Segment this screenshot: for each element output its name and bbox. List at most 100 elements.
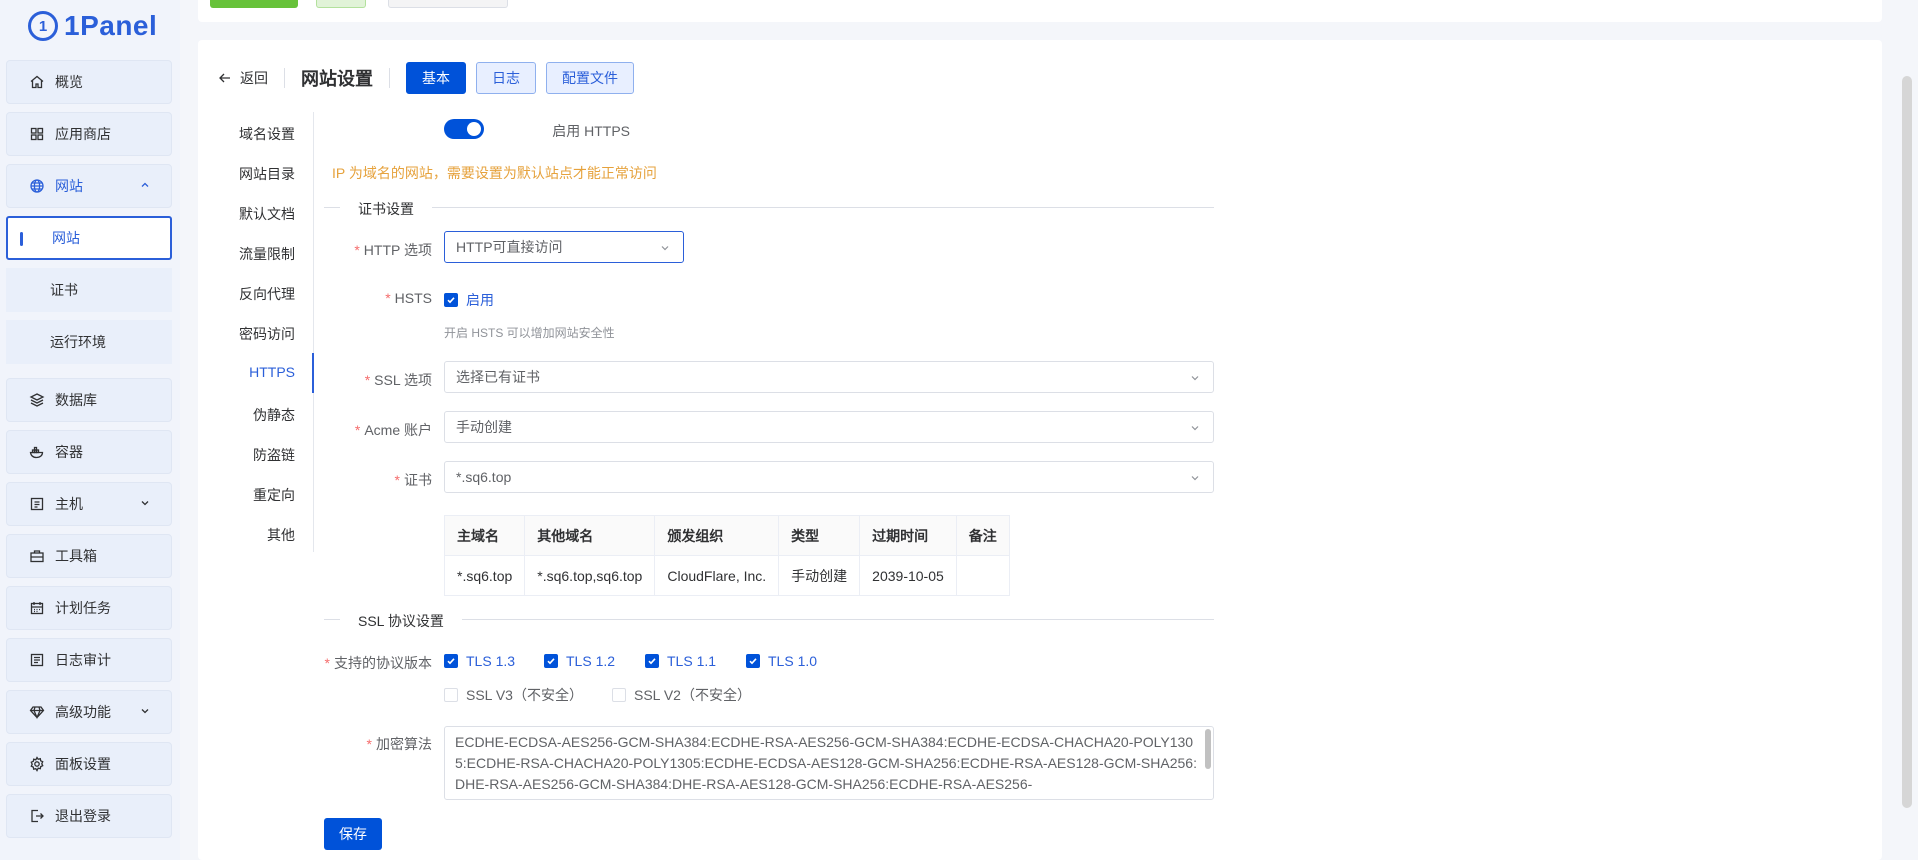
sidebar-subitem-label: 运行环境 — [50, 334, 106, 350]
table-row: *.sq6.top *.sq6.top,sq6.top CloudFlare, … — [443, 555, 1010, 596]
sidebar-item-database[interactable]: 数据库 — [6, 378, 172, 422]
back-button[interactable]: 返回 — [218, 68, 268, 88]
ssl-option-value: 选择已有证书 — [456, 369, 540, 385]
http-option-select[interactable]: HTTP可直接访问 — [444, 231, 684, 263]
toolbox-icon — [29, 548, 45, 564]
gear-icon — [29, 756, 45, 772]
enable-https-switch[interactable] — [444, 119, 484, 139]
sidebar-item-logout[interactable]: 退出登录 — [6, 794, 172, 838]
checkbox-box — [612, 688, 626, 702]
protocol-sslv2-checkbox[interactable]: SSL V2（不安全） — [612, 685, 751, 705]
table-cell — [955, 555, 1010, 596]
textarea-scrollbar[interactable] — [1205, 729, 1211, 769]
sidebar-item-advanced[interactable]: 高级功能 — [6, 690, 172, 734]
chevron-down-icon — [1191, 426, 1199, 431]
hsts-checkbox[interactable]: 启用 — [444, 290, 494, 310]
sidebar-item-label: 日志审计 — [55, 652, 111, 668]
acme-account-select[interactable]: 手动创建 — [444, 411, 1214, 443]
side-tab-default-doc[interactable]: 默认文档 — [239, 204, 295, 224]
page-title: 网站设置 — [301, 69, 373, 89]
sidebar-subitem-certificate[interactable]: 证书 — [6, 268, 172, 312]
column-header: 类型 — [778, 515, 861, 556]
side-tab-domain[interactable]: 域名设置 — [239, 124, 295, 144]
sidebar-item-cron[interactable]: 计划任务 — [6, 586, 172, 630]
page-scrollbar[interactable] — [1902, 76, 1912, 808]
protocol-tls13-checkbox[interactable]: TLS 1.3 — [444, 653, 515, 669]
sidebar-item-label: 概览 — [55, 74, 83, 90]
protocol-label: TLS 1.2 — [566, 653, 616, 669]
save-button[interactable]: 保存 — [324, 818, 382, 850]
sidebar-item-website[interactable]: 网站 — [6, 164, 172, 208]
sidebar-item-label: 主机 — [55, 496, 83, 512]
tab-config-file[interactable]: 配置文件 — [546, 62, 634, 94]
protocol-tls10-checkbox[interactable]: TLS 1.0 — [746, 653, 817, 669]
side-tab-hotlink[interactable]: 防盗链 — [253, 445, 295, 465]
side-tab-redirect[interactable]: 重定向 — [253, 485, 295, 505]
certificate-select[interactable]: *.sq6.top — [444, 461, 1214, 493]
cert-section-title: 证书设置 — [340, 199, 432, 219]
app-logo[interactable]: 1 1Panel — [28, 8, 157, 44]
tab-log[interactable]: 日志 — [476, 62, 536, 94]
enable-https-label: 启用 HTTPS — [552, 123, 630, 139]
protocol-tls11-checkbox[interactable]: TLS 1.1 — [645, 653, 716, 669]
sidebar-item-label: 面板设置 — [55, 756, 111, 772]
sidebar-item-host[interactable]: 主机 — [6, 482, 172, 526]
ssl-option-select[interactable]: 选择已有证书 — [444, 361, 1214, 393]
protocol-tls12-checkbox[interactable]: TLS 1.2 — [544, 653, 615, 669]
sidebar-subitem-website[interactable]: 网站 — [6, 216, 172, 260]
check-icon — [645, 654, 659, 668]
protocol-label: SSL V2（不安全） — [634, 687, 751, 703]
sidebar: 1 1Panel 概览 应用商店 网站 网站 证书 运行环境 数据库 容器 主机… — [0, 0, 180, 860]
sidebar-subitem-runtime[interactable]: 运行环境 — [6, 320, 172, 364]
side-tab-rewrite[interactable]: 伪静态 — [253, 405, 295, 425]
back-label: 返回 — [240, 70, 268, 86]
certificate-value: *.sq6.top — [456, 469, 512, 485]
protocol-sslv3-checkbox[interactable]: SSL V3（不安全） — [444, 685, 583, 705]
sidebar-item-label: 数据库 — [55, 392, 97, 408]
sidebar-item-app-store[interactable]: 应用商店 — [6, 112, 172, 156]
sidebar-item-toolbox[interactable]: 工具箱 — [6, 534, 172, 578]
arrow-left-icon — [219, 73, 230, 83]
table-cell: CloudFlare, Inc. — [654, 555, 780, 596]
check-icon — [544, 654, 558, 668]
layers-icon — [29, 392, 45, 408]
check-icon — [444, 293, 458, 307]
column-header: 过期时间 — [859, 515, 957, 556]
table-cell: 手动创建 — [778, 555, 861, 596]
column-header: 颁发组织 — [654, 515, 780, 556]
sidebar-item-panel-settings[interactable]: 面板设置 — [6, 742, 172, 786]
ssl-section-title: SSL 协议设置 — [340, 611, 462, 631]
logout-icon — [29, 808, 45, 824]
chevron-down-icon — [141, 709, 149, 714]
sidebar-item-log-audit[interactable]: 日志审计 — [6, 638, 172, 682]
chevron-down-icon — [661, 246, 669, 251]
side-tab-rate-limit[interactable]: 流量限制 — [239, 244, 295, 264]
tab-basic[interactable]: 基本 — [406, 62, 466, 94]
http-option-value: HTTP可直接访问 — [456, 239, 563, 255]
protocol-label: TLS 1.3 — [466, 653, 516, 669]
log-icon — [29, 652, 45, 668]
sidebar-item-container[interactable]: 容器 — [6, 430, 172, 474]
cipher-textarea[interactable]: ECDHE-ECDSA-AES256-GCM-SHA384:ECDHE-RSA-… — [444, 726, 1214, 800]
side-tab-reverse-proxy[interactable]: 反向代理 — [239, 284, 295, 304]
page-header: 返回 网站设置 基本 日志 配置文件 — [218, 62, 634, 94]
chevron-down-icon — [141, 501, 149, 506]
cipher-label: * 加密算法 — [366, 736, 432, 752]
side-tab-https[interactable]: HTTPS — [249, 364, 295, 380]
top-card-edge — [198, 0, 1882, 22]
side-tab-directory[interactable]: 网站目录 — [239, 164, 295, 184]
sidebar-item-label: 计划任务 — [55, 600, 111, 616]
sidebar-item-overview[interactable]: 概览 — [6, 60, 172, 104]
chevron-down-icon — [1191, 376, 1199, 381]
divider — [284, 68, 285, 88]
side-tab-other[interactable]: 其他 — [267, 525, 295, 545]
chevron-up-icon — [141, 182, 149, 187]
server-icon — [29, 496, 45, 512]
hsts-label: * HSTS — [385, 290, 432, 306]
table-cell: *.sq6.top,sq6.top — [524, 555, 656, 596]
active-tab-indicator — [312, 353, 314, 393]
side-tab-password-access[interactable]: 密码访问 — [239, 324, 295, 344]
checkbox-box — [444, 688, 458, 702]
table-cell: 2039-10-05 — [859, 555, 957, 596]
table-cell: *.sq6.top — [443, 555, 526, 596]
